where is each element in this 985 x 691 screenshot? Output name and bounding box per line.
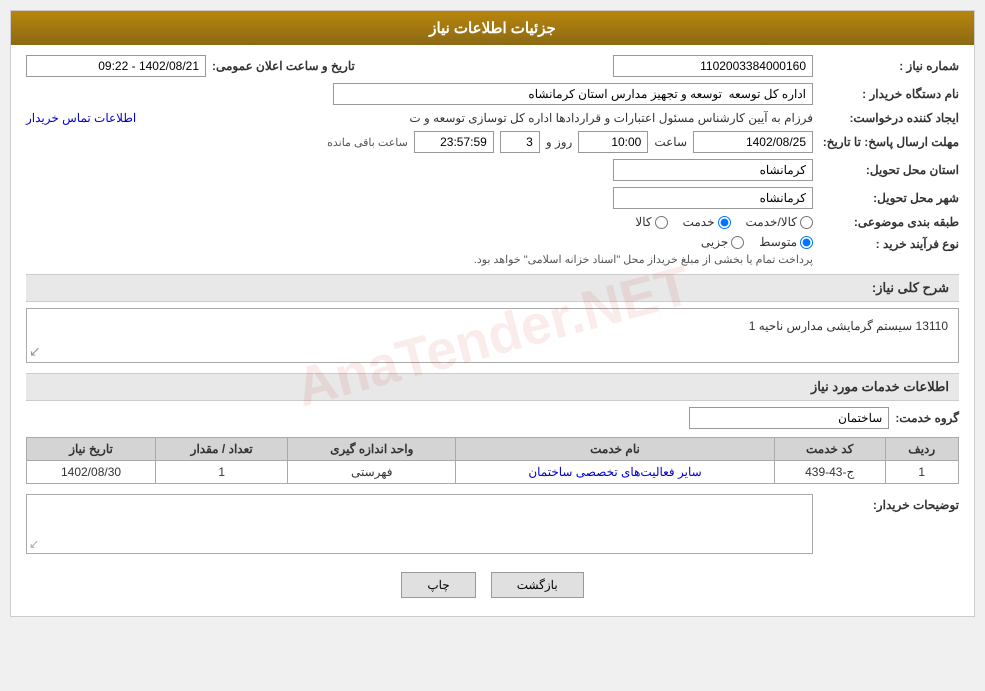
ijadKonande-label: ایجاد کننده درخواست: [819,111,959,125]
col-tarikh: تاریخ نیاز [27,438,156,461]
grohKhedmat-label: گروه خدمت: [895,411,959,425]
sharh-section-title: شرح کلی نیاز: [26,274,959,302]
shomareNiaz-input[interactable] [613,55,813,77]
table-row: 1 ج-43-439 سایر فعالیت‌های تخصصی ساختمان… [27,461,959,484]
ostan-label: استان محل تحویل: [819,163,959,177]
tarikh-elan-input[interactable] [26,55,206,77]
col-tedad: تعداد / مقدار [156,438,288,461]
mohlat-rooz-input[interactable] [500,131,540,153]
remaining-time-input[interactable] [414,131,494,153]
page-title: جزئیات اطلاعات نیاز [11,11,974,45]
shahr-label: شهر محل تحویل: [819,191,959,205]
col-vahed: واحد اندازه گیری [288,438,456,461]
farayand-note: پرداخت تمام یا بخشی از مبلغ خریداز محل "… [474,253,813,266]
tabaqe-kala-khedmat-label: کالا/خدمت [746,215,797,229]
col-kod: کد خدمت [774,438,885,461]
mohlat-date-input[interactable] [693,131,813,153]
cell-tarikh: 1402/08/30 [27,461,156,484]
noeFarayand-label: نوع فرآیند خرید : [819,235,959,251]
farayand-motavasset-label: متوسط [759,235,797,249]
tabaqe-radio-group: کالا/خدمت خدمت کالا [635,215,813,229]
mohlat-label: مهلت ارسال پاسخ: تا تاریخ: [819,135,959,149]
shomareNiaz-label: شماره نیاز : [819,59,959,73]
namDastgah-input[interactable] [333,83,813,105]
saat-label: ساعت [654,135,687,149]
radio-kala-khedmat[interactable]: کالا/خدمت [746,215,813,229]
grohKhedmat-input[interactable] [689,407,889,429]
button-row: بازگشت چاپ [26,560,959,606]
tabaqe-khedmat-label: خدمت [683,215,715,229]
radio-motavasset[interactable]: متوسط [759,235,813,249]
farayand-radio-group: متوسط جزیی [474,235,813,249]
sharh-niaz-text: 13110 سیستم گرمایشی مدارس ناحیه 1 [33,315,952,337]
cell-vahed: فهرستی [288,461,456,484]
mohlat-saat-input[interactable] [578,131,648,153]
namDastgah-label: نام دستگاه خریدار : [819,87,959,101]
cell-nam: سایر فعالیت‌های تخصصی ساختمان [456,461,775,484]
radio-jozii[interactable]: جزیی [701,235,744,249]
radio-khedmat[interactable]: خدمت [683,215,731,229]
sharh-niaz-container: AnaTender.NET 13110 سیستم گرمایشی مدارس … [26,308,959,363]
resize-icon: ↙ [29,537,39,551]
services-table: ردیف کد خدمت نام خدمت واحد اندازه گیری ت… [26,437,959,484]
ijadKonande-text: فرزام به آیین کارشناس مسئول اعتبارات و ق… [142,111,813,125]
back-button[interactable]: بازگشت [491,572,584,598]
tabaqe-kala-label: کالا [635,215,651,229]
tabaqe-label: طبقه بندی موضوعی: [819,215,959,229]
col-nam: نام خدمت [456,438,775,461]
cell-radif: 1 [885,461,958,484]
farayand-jozii-label: جزیی [701,235,728,249]
ittilaat-tamas-link[interactable]: اطلاعات تماس خریدار [26,111,136,125]
cell-tedad: 1 [156,461,288,484]
shahr-input[interactable] [613,187,813,209]
takhNiaz-label: تاریخ و ساعت اعلان عمومی: [212,59,355,73]
remaining-label: ساعت باقی مانده [327,136,408,149]
print-button[interactable]: چاپ [401,572,475,598]
cell-kod: ج-43-439 [774,461,885,484]
col-radif: ردیف [885,438,958,461]
tawzih-label: توضیحات خریدار: [819,494,959,512]
ostan-input[interactable] [613,159,813,181]
tawzih-container: ↙ [26,494,813,554]
khAdamat-section-title: اطلاعات خدمات مورد نیاز [26,373,959,401]
radio-kala[interactable]: کالا [635,215,667,229]
rooz-label: روز و [546,135,573,149]
